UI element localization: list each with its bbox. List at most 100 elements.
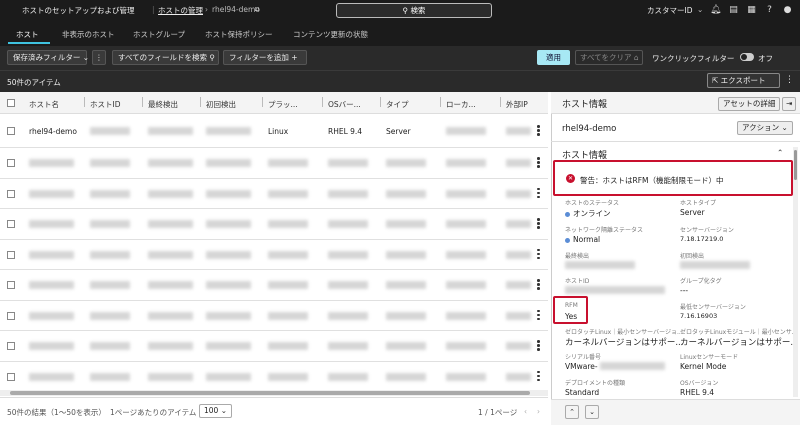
col-type[interactable]: タイプ (386, 99, 409, 110)
field-value-status: オンライン (565, 208, 611, 219)
row-actions-icon[interactable] (537, 187, 540, 200)
panel-scrollbar[interactable] (793, 147, 798, 397)
col-divider[interactable] (142, 97, 143, 107)
field-label: デプロイメントの種類 (565, 380, 626, 387)
redacted-value (206, 372, 251, 381)
kebab-menu-icon[interactable]: ⋮ (92, 50, 106, 65)
tab-hosts[interactable]: ホスト (16, 29, 39, 40)
search-all-fields-button[interactable]: すべてのフィールドを検索 ⚲ (112, 50, 219, 65)
redacted-value (328, 189, 368, 198)
col-divider[interactable] (500, 97, 501, 107)
col-divider[interactable] (84, 97, 85, 107)
col-last-seen[interactable]: 最終検出 (148, 99, 178, 110)
breadcrumb-setup[interactable]: ホストのセットアップおよび管理 (22, 5, 135, 16)
redacted-value (328, 250, 368, 259)
col-divider[interactable] (380, 97, 381, 107)
col-hostname[interactable]: ホスト名 (29, 99, 59, 110)
breadcrumb-arrow: › (205, 5, 208, 14)
row-checkbox[interactable] (7, 342, 15, 350)
row-checkbox[interactable] (7, 372, 15, 381)
grid-icon[interactable]: ▦ (746, 5, 757, 16)
next-host-icon[interactable]: ⌄ (585, 405, 599, 419)
help-icon[interactable]: ? (764, 5, 775, 16)
field-value: Server (680, 208, 705, 217)
row-actions-icon[interactable] (537, 248, 540, 261)
row-checkbox[interactable] (7, 250, 15, 259)
export-button[interactable]: ⇱ エクスポート (707, 73, 780, 88)
field-label: ゼロタッチLinuxモジュール｜最小センサ... (680, 329, 798, 336)
redacted-value (29, 189, 74, 198)
row-actions-icon[interactable] (537, 157, 540, 169)
row-actions-icon[interactable] (537, 370, 540, 383)
apply-button[interactable]: 適用 (537, 50, 570, 65)
col-divider[interactable] (440, 97, 441, 107)
add-filter-button[interactable]: フィルターを追加 + (223, 50, 307, 65)
col-host-id[interactable]: ホストID (90, 99, 121, 110)
item-count: 50件のアイテム (7, 78, 61, 87)
row-actions-icon[interactable] (537, 309, 540, 322)
row-checkbox[interactable] (7, 189, 15, 198)
row-actions-icon[interactable] (537, 279, 540, 291)
col-first-seen[interactable]: 初回検出 (206, 99, 236, 110)
col-external-ip[interactable]: 外部IP (506, 99, 528, 110)
redacted-value (268, 372, 308, 381)
row-actions-icon[interactable] (537, 340, 540, 352)
col-local-ip[interactable]: ローカ... (446, 99, 476, 110)
chevron-down-icon: ⌄ (697, 5, 704, 14)
search-button[interactable]: ⚲ 検索 (336, 3, 492, 18)
redacted-value (506, 311, 531, 320)
redacted-value (328, 159, 368, 167)
row-hostname[interactable]: rhel94-demo (29, 127, 77, 136)
next-page-icon[interactable]: › (537, 407, 540, 416)
row-checkbox[interactable] (7, 281, 15, 289)
panel-scroll-thumb[interactable] (794, 150, 797, 180)
row-actions-icon[interactable] (537, 218, 540, 230)
field-value-rfm: Yes (565, 312, 578, 321)
menu-icon[interactable] (7, 5, 17, 17)
col-platform[interactable]: プラッ... (268, 99, 298, 110)
breadcrumb-manage-hosts[interactable]: ホストの管理 (158, 5, 203, 16)
row-checkbox[interactable] (7, 220, 15, 228)
tab-host-groups[interactable]: ホストグループ (133, 29, 185, 40)
user-icon[interactable]: ● (782, 5, 793, 16)
row-checkbox[interactable] (7, 311, 15, 320)
clear-all-button[interactable]: すべてをクリア ⌂ (575, 50, 643, 65)
field-value-network: Normal (565, 235, 600, 244)
col-os-version[interactable]: OSバー... (328, 99, 361, 110)
previous-host-icon[interactable]: ⌃ (565, 405, 579, 419)
one-click-filter-toggle[interactable] (740, 53, 754, 61)
horizontal-scroll-thumb[interactable] (10, 391, 530, 395)
more-options-icon[interactable]: ⋮ (785, 75, 794, 85)
saved-filter-button[interactable]: 保存済みフィルター ⌄ (7, 50, 89, 65)
field-label: グループ化タグ (680, 278, 722, 285)
redacted-value (386, 281, 426, 289)
tab-retention-policy[interactable]: ホスト保持ポリシー (205, 29, 273, 40)
customer-id-menu[interactable]: カスタマーID (647, 5, 693, 16)
tab-content-update[interactable]: コンテンツ更新の状態 (293, 29, 368, 40)
tab-hidden-hosts[interactable]: 非表示のホスト (62, 29, 115, 40)
col-divider[interactable] (322, 97, 323, 107)
row-checkbox[interactable] (7, 159, 15, 167)
row-actions-icon[interactable] (537, 125, 540, 137)
redacted-value (90, 311, 130, 320)
bell-icon[interactable]: 🔔︎ (710, 5, 721, 16)
inbox-icon[interactable]: ▤ (728, 5, 739, 16)
redacted-value (506, 372, 531, 381)
per-page-select[interactable]: 100 ⌄ (199, 404, 232, 418)
collapse-panel-icon[interactable]: ⇥ (782, 97, 797, 111)
redacted-value (506, 342, 531, 350)
panel-title: ホスト情報 (562, 100, 608, 110)
col-divider[interactable] (200, 97, 201, 107)
action-button[interactable]: アクション ⌄ (737, 121, 793, 135)
select-all-checkbox[interactable] (7, 99, 15, 107)
col-divider[interactable] (262, 97, 263, 107)
redacted-value (328, 372, 368, 381)
row-os: RHEL 9.4 (328, 127, 363, 136)
row-checkbox[interactable] (7, 127, 15, 135)
prev-page-icon[interactable]: ‹ (524, 407, 527, 416)
asset-details-button[interactable]: アセットの詳細 (718, 97, 781, 111)
row-type: Server (386, 127, 411, 136)
chevron-up-icon[interactable]: ⌃ (777, 148, 783, 157)
bookmark-icon[interactable]: ⌑ (255, 5, 259, 14)
field-label: Linuxセンサーモード (680, 354, 739, 361)
